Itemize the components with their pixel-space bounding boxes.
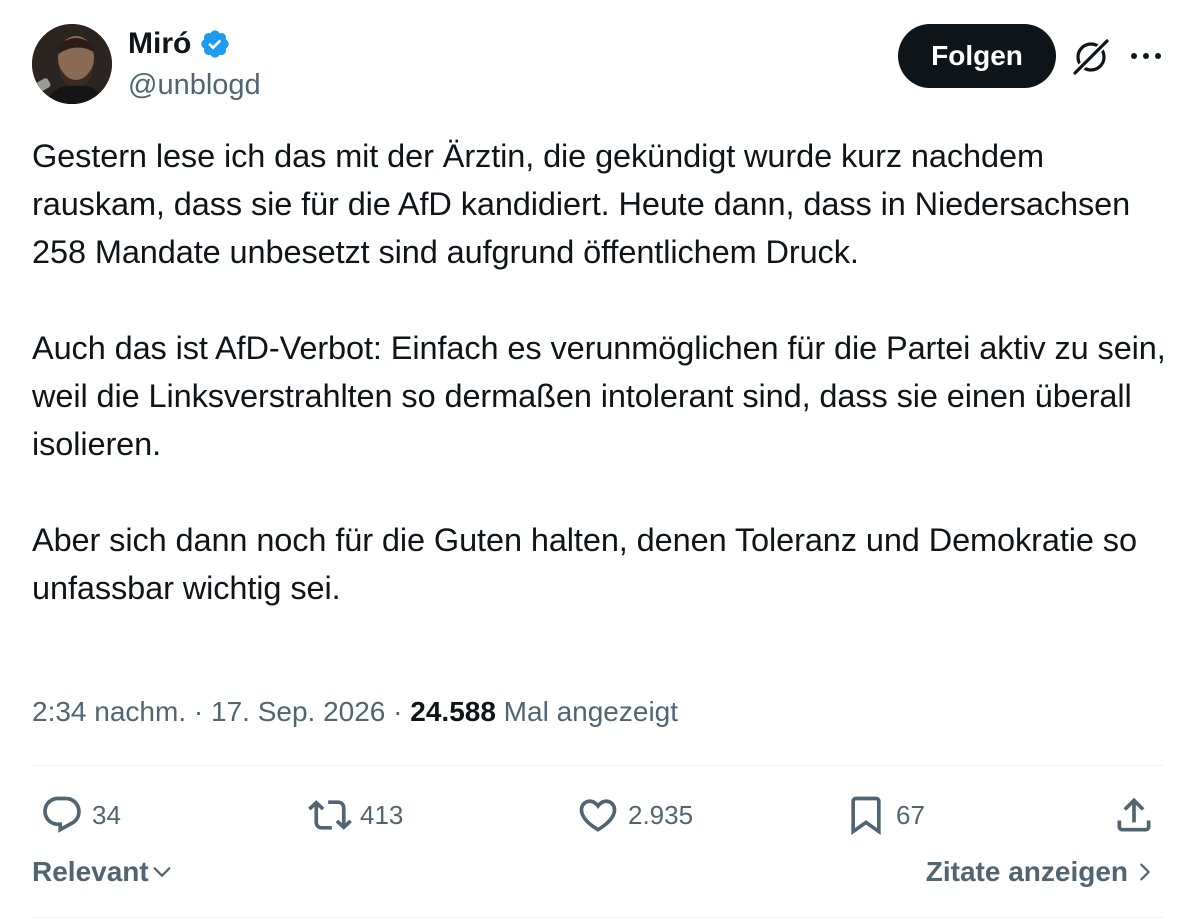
meta-separator: · — [385, 696, 411, 727]
post-date[interactable]: 17. Sep. 2026 — [211, 696, 385, 727]
post: Miró @unblogd Folgen Gestern lese ich da… — [0, 0, 1196, 920]
post-paragraph: Aber sich dann noch für die Guten halten… — [32, 522, 1137, 606]
chevron-right-icon — [1140, 863, 1150, 881]
quotes-label: Zitate anzeigen — [925, 856, 1128, 887]
author-handle[interactable]: @unblogd — [128, 68, 261, 102]
post-paragraph: Gestern lese ich das mit der Ärztin, die… — [32, 138, 1131, 270]
reply-count: 34 — [92, 799, 121, 830]
like-button[interactable]: 2.935 — [576, 790, 693, 840]
views-label: Mal angezeigt — [495, 696, 679, 727]
author-name-row: Miró — [128, 26, 231, 62]
chevron-down-icon — [153, 867, 171, 877]
post-text: Gestern lese ich das mit der Ärztin, die… — [32, 132, 1172, 612]
display-name[interactable]: Miró — [128, 26, 191, 62]
verified-badge-icon — [199, 28, 231, 60]
repost-button[interactable]: 413 — [308, 790, 403, 840]
share-icon — [1117, 797, 1151, 832]
sort-label: Relevant — [32, 856, 149, 887]
avatar-image — [32, 24, 112, 104]
grok-icon[interactable] — [1070, 36, 1112, 78]
action-bar: 34 413 2.935 67 — [0, 790, 1196, 840]
meta-separator: · — [186, 696, 211, 727]
share-button[interactable] — [1112, 790, 1156, 840]
sort-dropdown[interactable]: Relevant — [32, 856, 173, 888]
post-time[interactable]: 2:34 nachm. — [32, 696, 186, 727]
like-count: 2.935 — [628, 799, 694, 830]
heart-icon — [579, 799, 617, 832]
avatar[interactable] — [32, 24, 112, 104]
bookmark-icon — [851, 796, 881, 836]
reply-icon — [43, 796, 81, 833]
views-count: 24.588 — [410, 696, 496, 727]
repost-icon — [308, 800, 352, 830]
reply-button[interactable]: 34 — [40, 790, 121, 840]
follow-button[interactable]: Folgen — [898, 24, 1056, 88]
post-paragraph: Auch das ist AfD-Verbot: Einfach es veru… — [32, 330, 1166, 462]
post-meta: 2:34 nachm. · 17. Sep. 2026 · 24.588 Mal… — [32, 694, 678, 730]
repost-count: 413 — [360, 799, 404, 830]
view-quotes-link[interactable]: Zitate anzeigen — [926, 856, 1156, 888]
bookmark-button[interactable]: 67 — [844, 790, 925, 840]
more-icon[interactable] — [1128, 40, 1164, 72]
divider — [32, 765, 1164, 766]
bookmark-count: 67 — [896, 799, 925, 830]
divider — [32, 917, 1164, 918]
